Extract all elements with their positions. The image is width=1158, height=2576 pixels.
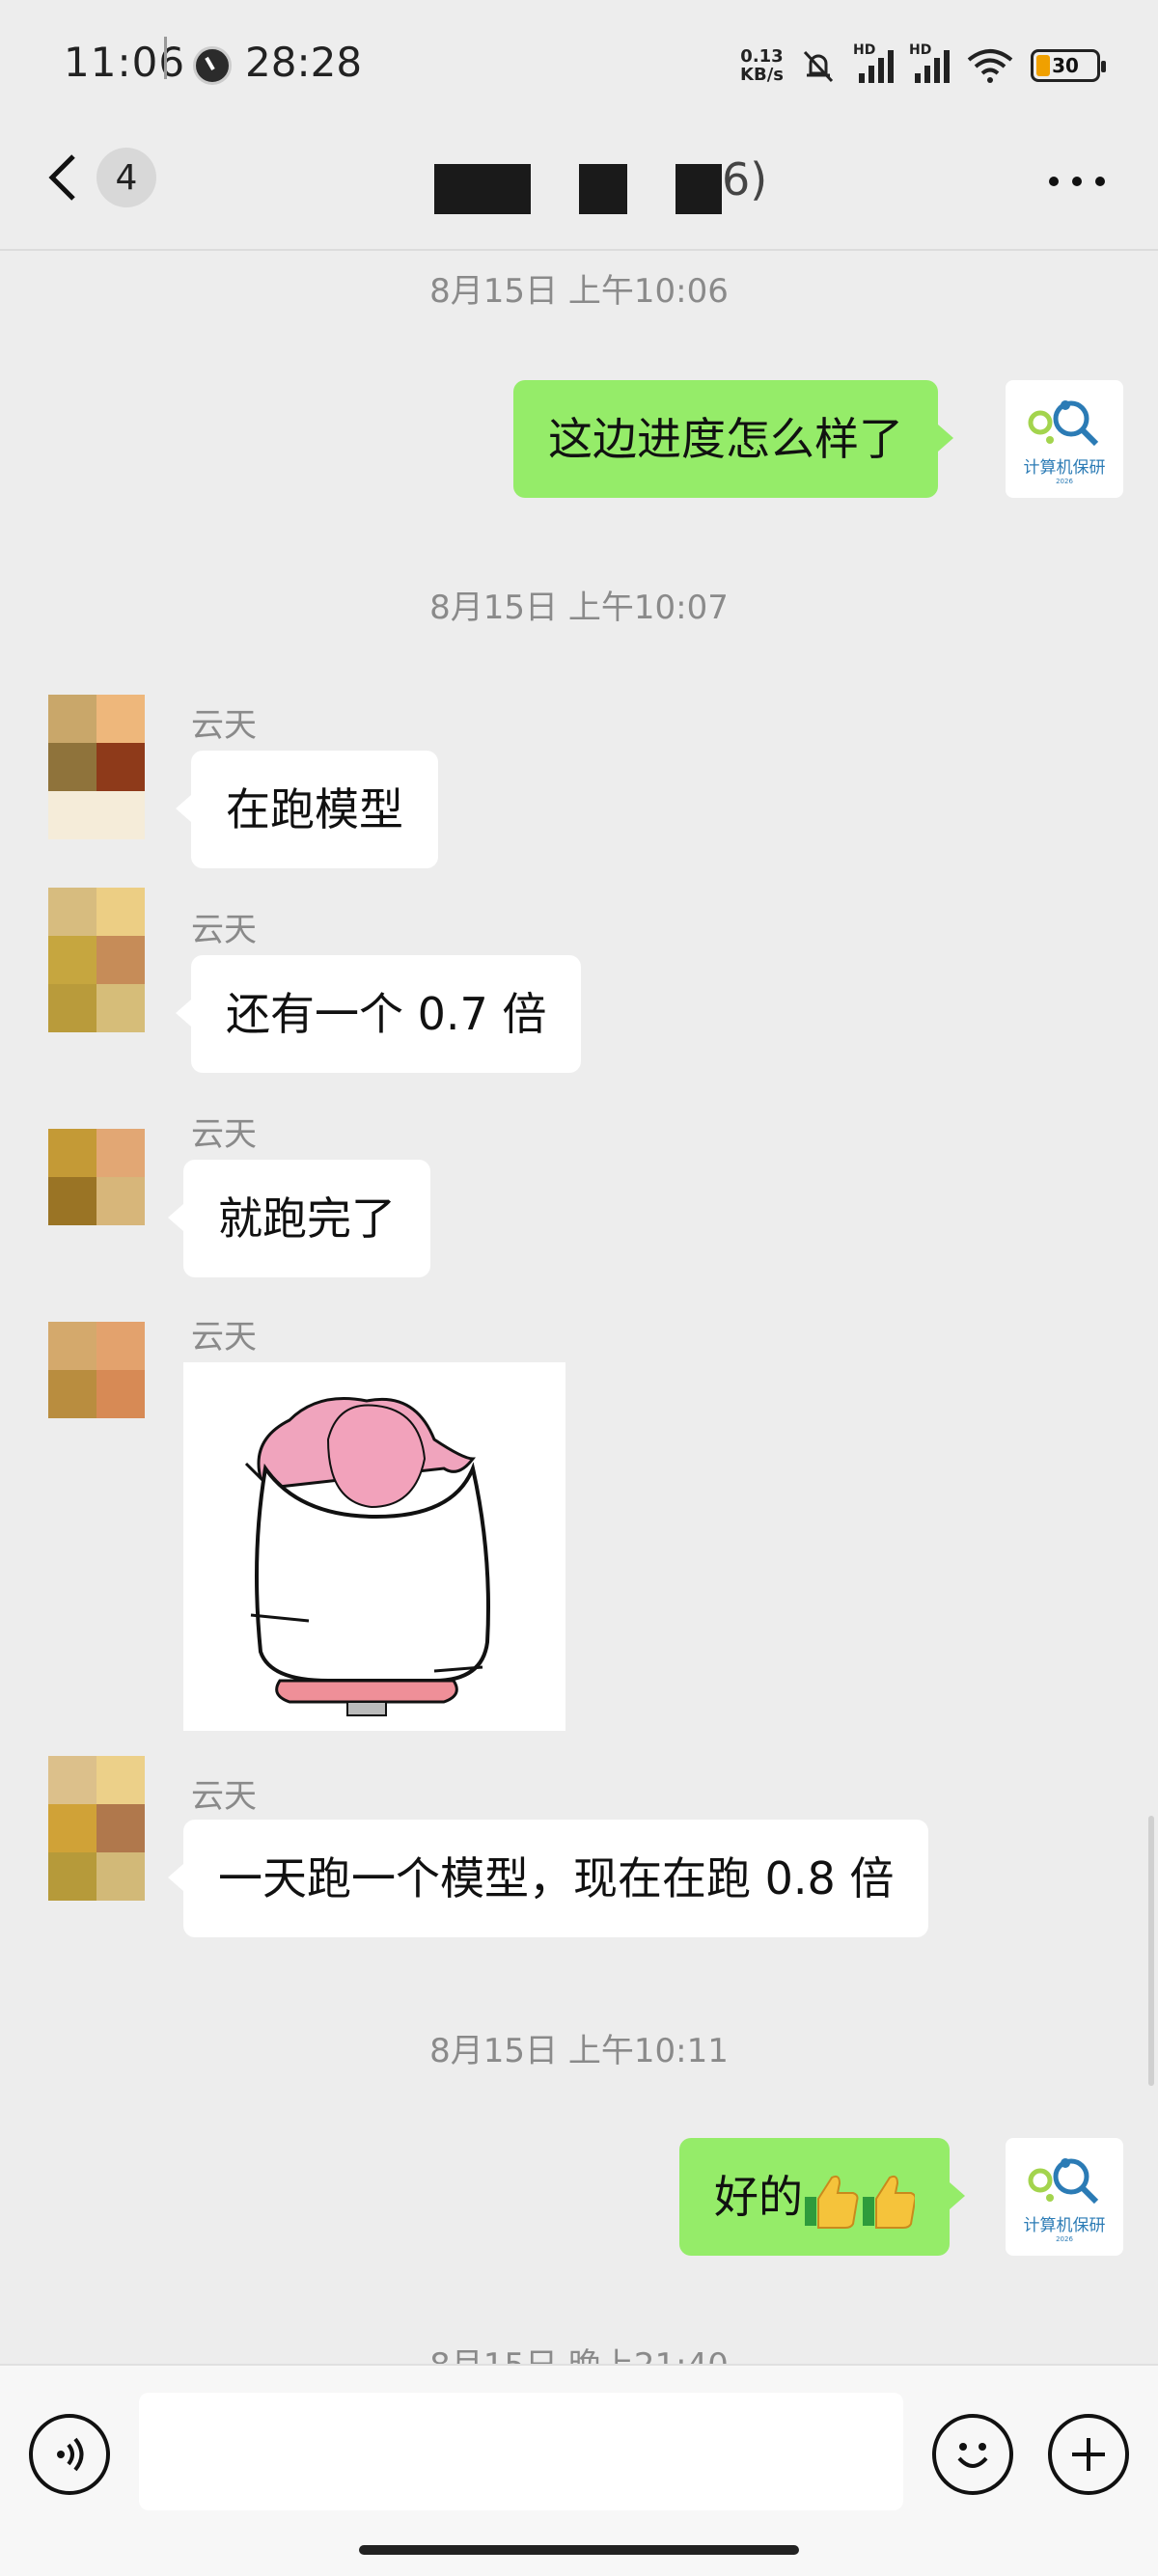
- sender-avatar[interactable]: [48, 1129, 145, 1225]
- incoming-message[interactable]: 还有一个 0.7 倍: [175, 955, 582, 1073]
- network-speed-value: 0.13: [740, 46, 784, 67]
- network-speed-unit: KB/s: [740, 65, 784, 85]
- logo-subtext: 2026: [1056, 477, 1073, 485]
- sender-avatar[interactable]: [48, 1756, 145, 1852]
- chat-header: 4 6): [0, 130, 1158, 251]
- logo-text: 计算机保研: [1023, 2215, 1106, 2235]
- status-indicators: 0.13 KB/s HD HD 30: [740, 42, 1106, 89]
- thumbs-up-icon: [805, 2175, 915, 2229]
- sender-name: 云天: [191, 1115, 257, 1154]
- input-bar: [0, 2364, 1158, 2576]
- self-avatar[interactable]: 计算机保研 2026: [1006, 380, 1123, 498]
- sender-name: 云天: [191, 1318, 257, 1357]
- emoji-icon: [957, 2443, 988, 2468]
- sender-avatar[interactable]: [48, 888, 145, 984]
- more-options-button[interactable]: [1049, 177, 1105, 186]
- sender-name: 云天: [191, 706, 257, 745]
- sender-avatar[interactable]: [48, 695, 145, 791]
- sender-name: 云天: [191, 1777, 257, 1816]
- battery-level: 30: [1052, 54, 1079, 77]
- more-dots-icon: [1049, 177, 1105, 186]
- home-indicator[interactable]: [359, 2545, 799, 2555]
- message-input[interactable]: [139, 2393, 903, 2510]
- sender-avatar-fragment: [48, 791, 145, 839]
- sender-avatar[interactable]: [48, 1322, 145, 1418]
- emoji-button[interactable]: [932, 2414, 1013, 2495]
- sender-avatar-fragment: [48, 984, 145, 1032]
- sender-avatar-fragment: [48, 1852, 145, 1901]
- logo-subtext: 2026: [1056, 2234, 1073, 2243]
- message-list[interactable]: 8月15日 上午10:06 这边进度怎么样了 计算机保研 2026 8月15日 …: [0, 253, 1158, 2385]
- timer-icon: [193, 46, 232, 85]
- status-bar: 11:06 28:28 0.13 KB/s HD HD 30: [0, 0, 1158, 130]
- incoming-message[interactable]: 就跑完了: [168, 1160, 430, 1277]
- incoming-message[interactable]: 在跑模型: [176, 751, 438, 868]
- plus-icon: [1072, 2438, 1105, 2471]
- hd-label: HD: [853, 42, 876, 58]
- more-functions-button[interactable]: [1048, 2414, 1129, 2495]
- logo-icon: [1028, 399, 1099, 446]
- timestamp: 8月15日 上午10:07: [429, 589, 729, 627]
- outgoing-message-text: 好的: [714, 2171, 803, 2223]
- chat-title-redacted: [434, 164, 531, 214]
- sticker-drawing: [244, 1397, 490, 1716]
- outgoing-message[interactable]: 这边进度怎么样了: [513, 380, 953, 498]
- logo-text: 计算机保研: [1023, 457, 1106, 478]
- back-chevron-icon: [48, 154, 75, 201]
- outgoing-message[interactable]: 好的: [679, 2138, 965, 2256]
- voice-input-button[interactable]: [29, 2414, 110, 2495]
- wifi-icon: [967, 49, 1013, 83]
- battery-icon: 30: [1031, 49, 1106, 82]
- timestamp: 8月15日 上午10:11: [429, 2032, 729, 2070]
- status-time: 11:06: [64, 39, 186, 86]
- chat-title-redacted: [579, 164, 627, 214]
- status-separator: [164, 37, 167, 79]
- back-button[interactable]: 4: [39, 148, 156, 207]
- status-timer: 28:28: [245, 39, 363, 86]
- voice-icon: [57, 2437, 84, 2472]
- logo-icon: [1028, 2157, 1099, 2204]
- hd-label: HD: [909, 42, 932, 58]
- chat-title-suffix: 6): [722, 153, 768, 206]
- chat-title-redacted: [676, 164, 722, 214]
- network-speed: 0.13 KB/s: [740, 47, 784, 84]
- signal-icon: HD: [853, 42, 894, 83]
- unread-count-badge: 4: [96, 148, 156, 207]
- sticker-image[interactable]: [183, 1362, 565, 1731]
- scrollbar[interactable]: [1148, 1816, 1154, 2086]
- self-avatar[interactable]: 计算机保研 2026: [1006, 2138, 1123, 2256]
- mute-bell-icon: [803, 50, 834, 83]
- incoming-message[interactable]: 一天跑一个模型，现在在跑 0.8 倍: [167, 1820, 929, 1937]
- timestamp: 8月15日 上午10:06: [429, 272, 729, 311]
- signal-icon: HD: [909, 42, 950, 83]
- sender-name: 云天: [191, 911, 257, 949]
